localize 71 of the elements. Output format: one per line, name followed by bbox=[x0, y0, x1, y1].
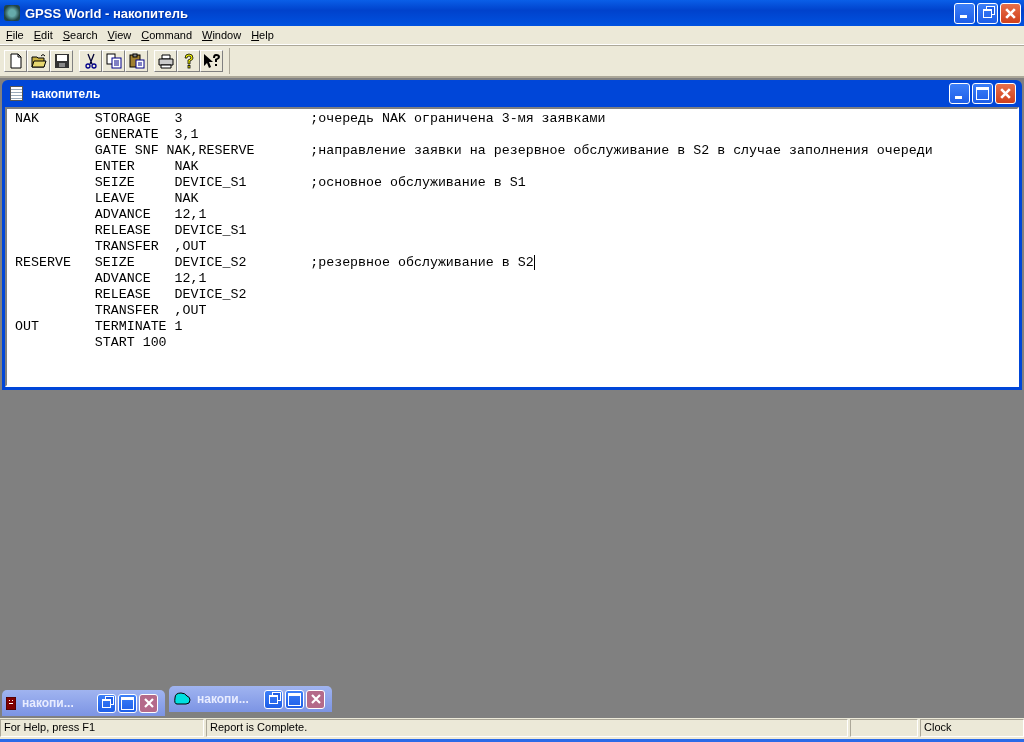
code-comment: ;резервное обслуживание в S2 bbox=[310, 255, 534, 271]
window-icon bbox=[173, 692, 191, 706]
code-statement: RELEASE DEVICE_S2 bbox=[94, 287, 248, 303]
folder-icon bbox=[30, 53, 47, 69]
close-icon bbox=[142, 697, 155, 709]
close-button[interactable] bbox=[139, 693, 158, 713]
code-label: OUT bbox=[15, 319, 40, 335]
menu-item[interactable]: Search bbox=[58, 29, 104, 41]
code-label: RESERVE bbox=[15, 255, 72, 271]
maximize-button[interactable] bbox=[972, 83, 993, 104]
status-pane: Report is Complete. bbox=[206, 719, 848, 737]
code-statement: ENTER NAK bbox=[94, 159, 200, 175]
menu-item[interactable]: File bbox=[2, 29, 30, 41]
window-title: накопи... bbox=[22, 696, 75, 710]
toolbar-button[interactable] bbox=[79, 50, 102, 72]
code-statement: STORAGE 3 bbox=[94, 111, 184, 127]
maximize-button[interactable] bbox=[118, 693, 137, 713]
document-icon bbox=[10, 86, 23, 101]
code-statement: LEAVE NAK bbox=[94, 191, 200, 207]
code-statement: ADVANCE 12,1 bbox=[94, 271, 208, 287]
close-icon bbox=[1004, 6, 1017, 20]
maximize-button[interactable] bbox=[285, 689, 304, 709]
printer-icon bbox=[157, 53, 174, 69]
toolbar-button[interactable] bbox=[102, 50, 125, 72]
new-document-icon bbox=[7, 53, 24, 69]
window-icon bbox=[6, 696, 16, 710]
window-title: накопитель bbox=[31, 86, 102, 101]
code-statement: TERMINATE 1 bbox=[94, 319, 184, 335]
close-button[interactable] bbox=[995, 83, 1016, 104]
toolbar-button[interactable] bbox=[200, 50, 223, 72]
menu-item[interactable]: View bbox=[103, 29, 138, 41]
toolbar-button[interactable] bbox=[125, 50, 148, 72]
restore-button[interactable] bbox=[97, 693, 116, 713]
code-statement: TRANSFER ,OUT bbox=[94, 303, 208, 319]
menu-item[interactable]: Help bbox=[247, 29, 280, 41]
status-pane: For Help, press F1 bbox=[0, 719, 204, 737]
code-statement: GENERATE 3,1 bbox=[94, 127, 200, 143]
code-comment: ;направление заявки на резервное обслуживание в S2 в случае заполнения очереди bbox=[310, 143, 933, 159]
code-statement: START 100 bbox=[94, 335, 168, 351]
copy-icon bbox=[105, 53, 122, 69]
code-statement: GATE SNF NAK,RESERVE bbox=[94, 143, 256, 159]
pointer-question-icon bbox=[202, 53, 221, 69]
window-title: накопи... bbox=[197, 692, 250, 706]
status-pane: Clock bbox=[920, 719, 1024, 737]
toolbar-button[interactable] bbox=[50, 50, 73, 72]
restore-button[interactable] bbox=[977, 2, 998, 24]
minimize-button[interactable] bbox=[954, 2, 975, 24]
close-icon bbox=[309, 693, 322, 705]
code-statement: SEIZE DEVICE_S2 bbox=[94, 255, 248, 271]
scissors-icon bbox=[82, 53, 99, 69]
code-statement: SEIZE DEVICE_S1 bbox=[94, 175, 248, 191]
toolbar-button[interactable] bbox=[27, 50, 50, 72]
menu-item[interactable]: Window bbox=[198, 29, 248, 41]
code-statement: TRANSFER ,OUT bbox=[94, 239, 208, 255]
toolbar-button[interactable] bbox=[177, 50, 200, 72]
menu-item[interactable]: Edit bbox=[29, 29, 59, 41]
globe-icon bbox=[4, 5, 20, 21]
clipboard-icon bbox=[128, 53, 145, 69]
close-button[interactable] bbox=[306, 689, 325, 709]
minimize-button[interactable] bbox=[949, 83, 970, 104]
code-comment: ;очередь NAK ограничена 3-мя заявками bbox=[310, 111, 606, 127]
code-comment: ;основное обслуживание в S1 bbox=[310, 175, 526, 191]
window-title: GPSS World - накопитель bbox=[25, 5, 189, 21]
close-icon bbox=[999, 87, 1012, 100]
code-label: NAK bbox=[15, 111, 40, 127]
menu-item[interactable]: Command bbox=[137, 29, 198, 41]
restore-button[interactable] bbox=[264, 689, 283, 709]
code-statement: RELEASE DEVICE_S1 bbox=[94, 223, 248, 239]
close-button[interactable] bbox=[1000, 2, 1021, 24]
code-statement: ADVANCE 12,1 bbox=[94, 207, 208, 223]
toolbar-button[interactable] bbox=[154, 50, 177, 72]
